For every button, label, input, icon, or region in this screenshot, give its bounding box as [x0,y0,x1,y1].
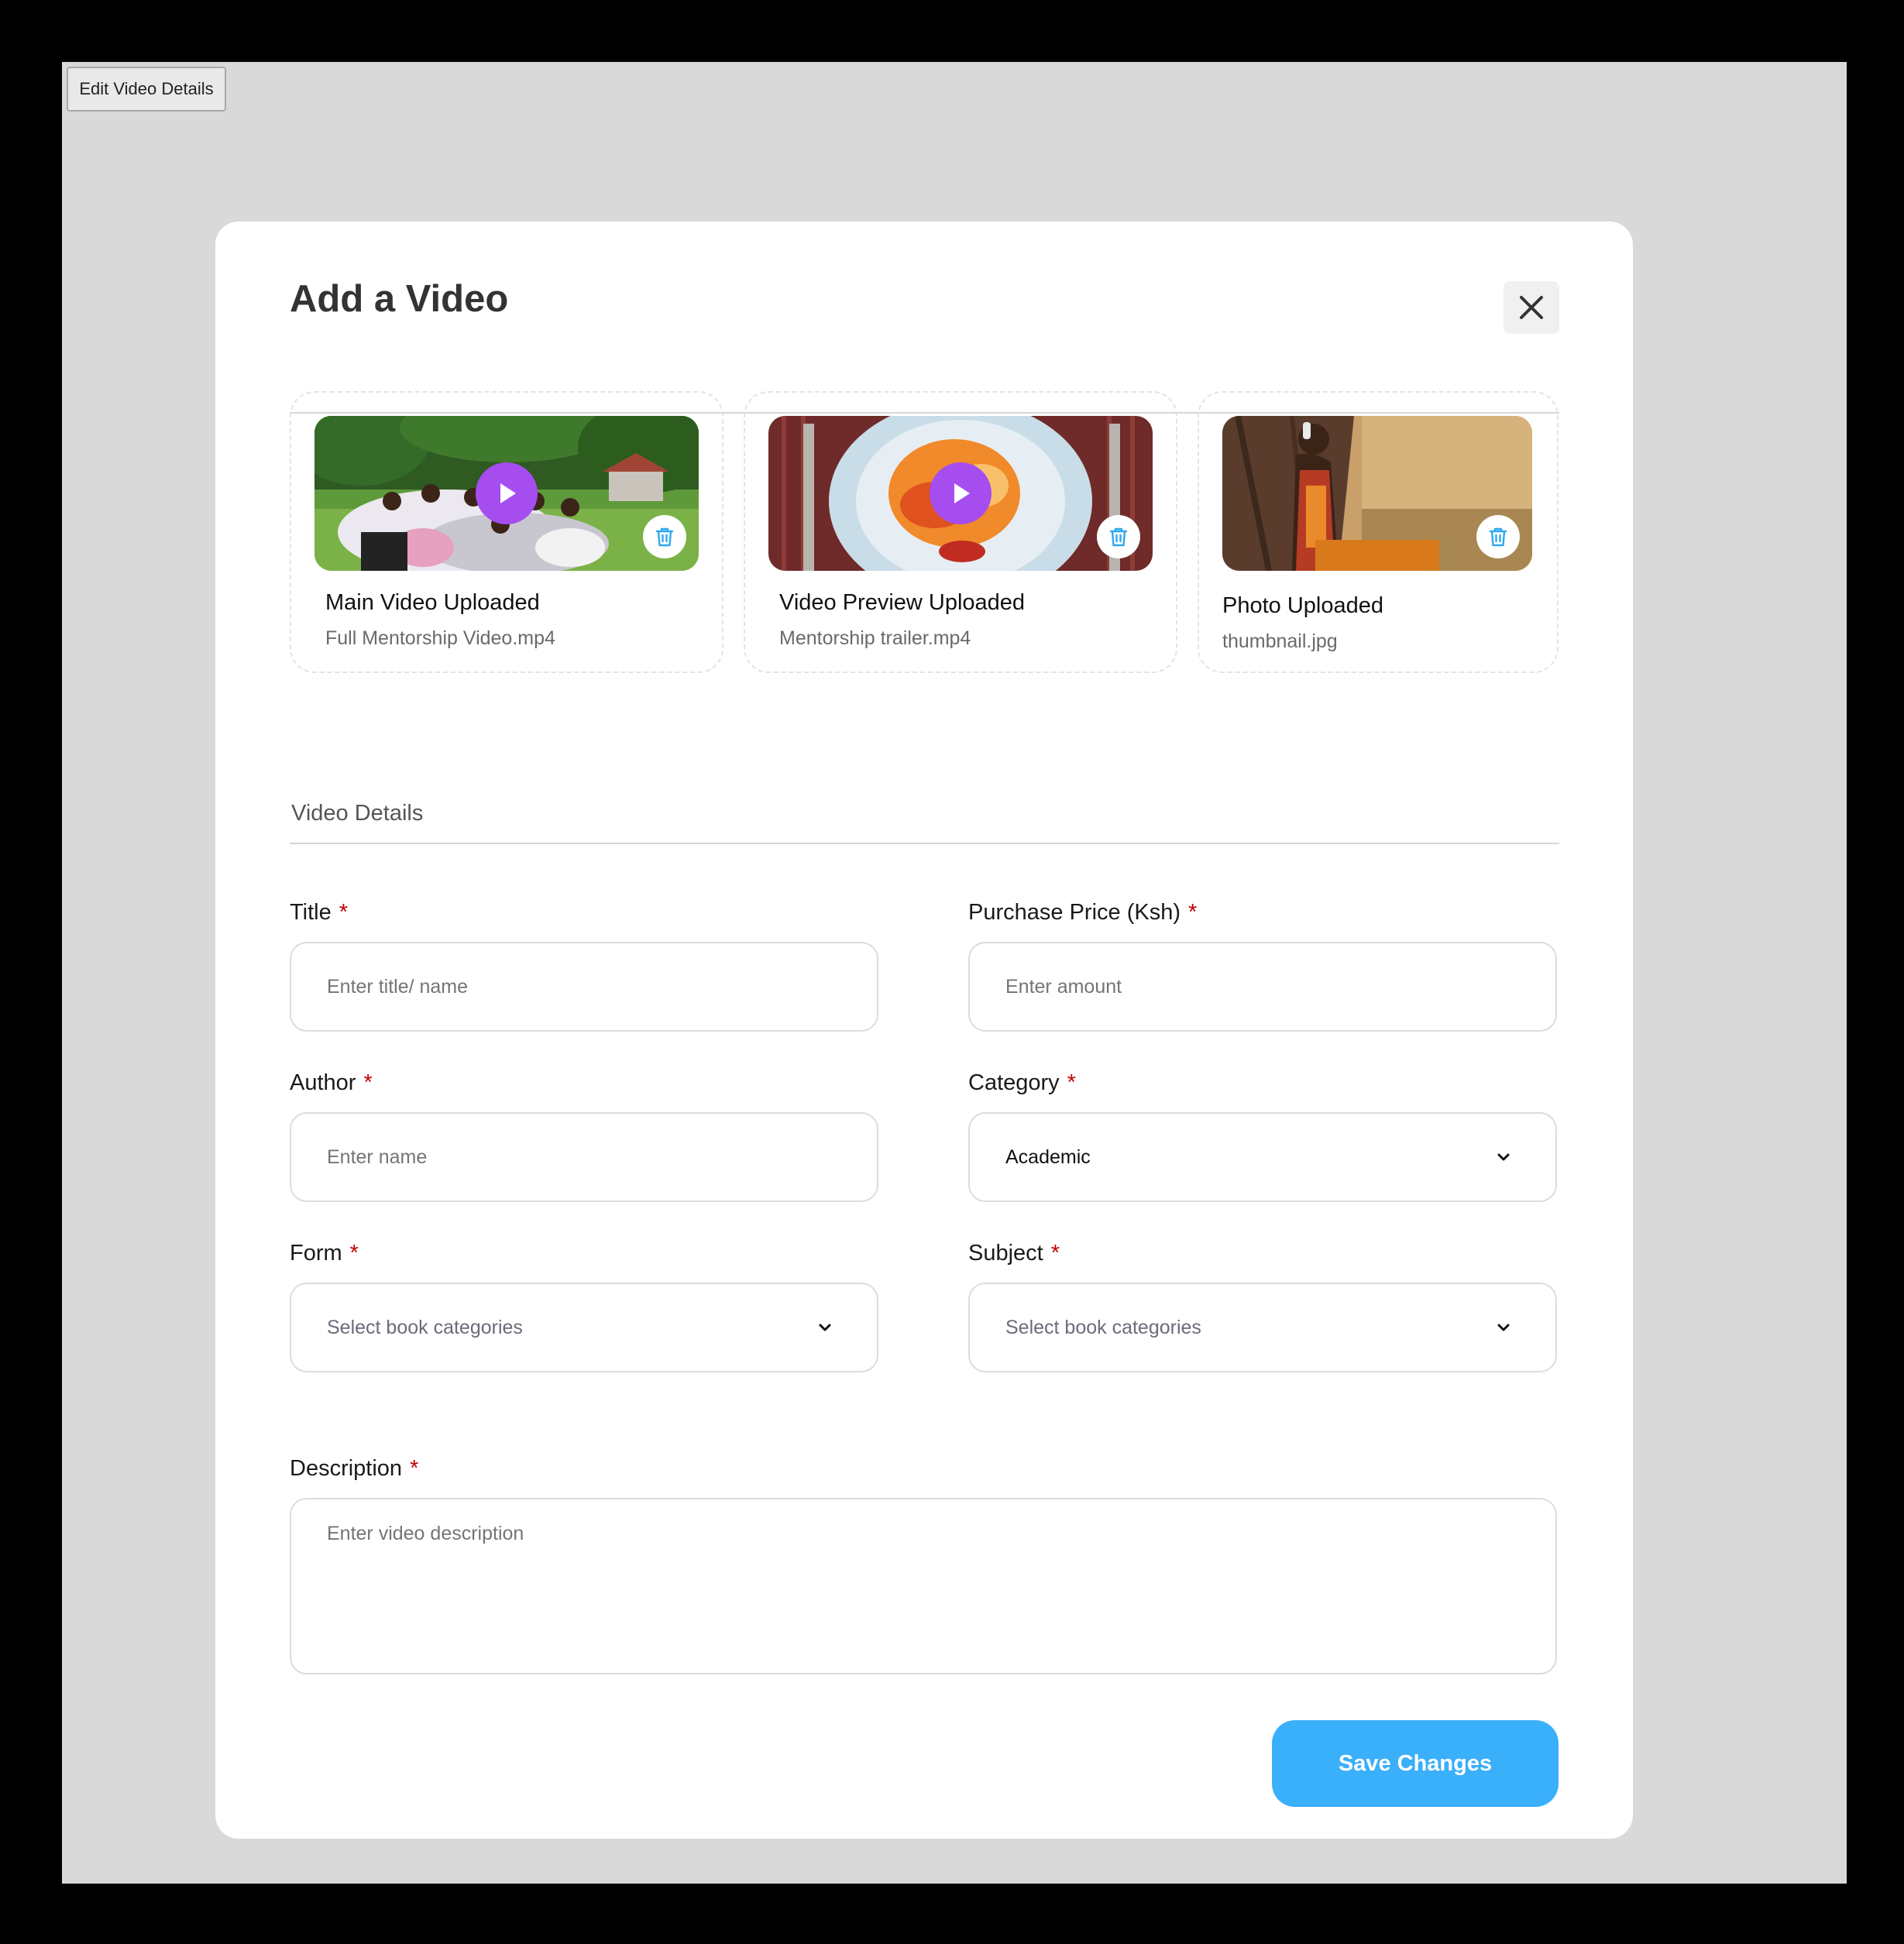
upload-card-photo: Photo Uploaded thumbnail.jpg [1198,391,1559,673]
edit-video-details-button[interactable]: Edit Video Details [67,67,226,112]
required-marker: * [1188,900,1198,925]
play-icon [954,483,970,503]
required-marker: * [1050,1241,1060,1266]
subject-select[interactable]: Select book categories [968,1283,1557,1372]
close-icon [1520,296,1543,319]
chevron-down-icon [1497,1324,1510,1331]
required-marker: * [349,1241,359,1266]
upload-card-main-video: Main Video Uploaded Full Mentorship Vide… [290,391,723,673]
delete-button[interactable] [1097,515,1140,558]
add-video-modal: Add a Video Main Video Uploaded Full Men… [215,222,1633,1839]
upload-title: Video Preview Uploaded [779,590,1026,615]
title-input[interactable] [290,942,878,1032]
required-marker: * [363,1070,373,1095]
required-marker: * [410,1456,419,1481]
modal-title: Add a Video [290,278,509,320]
section-label: Video Details [291,801,424,826]
category-value: Academic [1005,1145,1091,1168]
required-marker: * [339,900,349,925]
subject-label: Subject * [968,1241,1060,1266]
upload-filename: Full Mentorship Video.mp4 [325,627,555,649]
chevron-down-icon [1497,1153,1510,1161]
upload-card-preview-video: Video Preview Uploaded Mentorship traile… [744,391,1177,673]
required-marker: * [1067,1070,1076,1095]
trash-icon [655,527,674,547]
form-select[interactable]: Select book categories [290,1283,878,1372]
subject-placeholder: Select book categories [1005,1316,1201,1338]
price-input[interactable] [968,942,1557,1032]
save-changes-button[interactable]: Save Changes [1272,1720,1559,1807]
author-label: Author * [290,1070,373,1095]
description-label: Description * [290,1456,419,1481]
price-label: Purchase Price (Ksh) * [968,900,1198,925]
delete-button[interactable] [643,515,686,558]
trash-icon [1109,527,1128,547]
upload-title: Photo Uploaded [1222,593,1383,618]
form-placeholder: Select book categories [327,1316,523,1338]
page-backdrop: Edit Video Details Add a Video Main Vide… [62,62,1847,1884]
section-divider [290,843,1559,844]
category-label: Category * [968,1070,1076,1095]
photo-thumbnail[interactable] [1222,416,1532,571]
play-icon [500,483,516,503]
main-video-thumbnail[interactable] [314,416,699,571]
upload-filename: thumbnail.jpg [1222,630,1338,652]
play-button[interactable] [476,462,538,524]
preview-video-thumbnail[interactable] [768,416,1153,571]
author-input[interactable] [290,1112,878,1202]
form-label: Form * [290,1241,359,1266]
close-button[interactable] [1504,281,1559,334]
category-select[interactable]: Academic [968,1112,1557,1202]
upload-filename: Mentorship trailer.mp4 [779,627,971,649]
delete-button[interactable] [1476,515,1520,558]
trash-icon [1489,527,1507,547]
upload-title: Main Video Uploaded [325,590,540,615]
chevron-down-icon [819,1324,831,1331]
title-label: Title * [290,900,349,925]
play-button[interactable] [930,462,992,524]
description-textarea[interactable] [290,1498,1557,1674]
